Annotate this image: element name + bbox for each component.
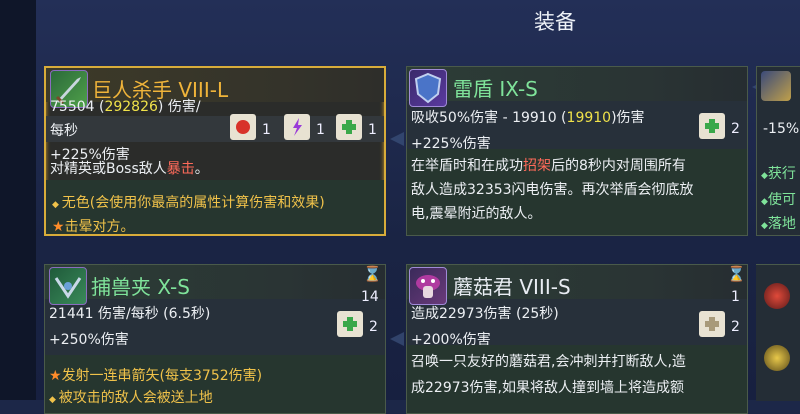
gold-orb-icon (764, 345, 790, 371)
partial-stat: -15% (763, 121, 800, 137)
card-giant-slayer[interactable]: 巨人杀手 VIII-L 75504 (292826) 伤害/ 每秒 1 1 1 … (44, 66, 386, 236)
damage-stat: 造成22973伤害 (25秒) (411, 306, 559, 322)
shield-icon (409, 69, 447, 107)
mushroom-icon (409, 267, 447, 305)
screen-title: 装备 (534, 10, 576, 34)
desc-line: 成22973伤害,如果将敌人撞到墙上将造成额 (411, 380, 684, 396)
item-name: 蘑菇君 VIII-S (453, 275, 571, 299)
damage-stat: 21441 伤害/每秒 (6.5秒) (49, 306, 211, 322)
desc-line: 召唤一只友好的蘑菇君,会冲刺并打断敌人,造 (411, 354, 686, 370)
card-beast-trap[interactable]: 捕兽夹 X-S ⌛ 14 21441 伤害/每秒 (6.5秒) 2 +250%伤… (44, 264, 386, 414)
absorb-stat: 吸收50%伤害 - 19910 (19910)伤害 (411, 110, 645, 126)
scroll-count: 1 (262, 122, 271, 138)
purple-scroll-icon (284, 114, 310, 140)
effect-line: ◆ 被攻击的敌人会被送上地 (49, 390, 213, 406)
item-name: 雷盾 IX-S (453, 77, 538, 101)
green-scroll-icon (699, 113, 725, 139)
card-thunder-shield[interactable]: 雷盾 IX-S 吸收50%伤害 - 19910 (19910)伤害 2 +225… (406, 66, 748, 236)
green-scroll-icon (337, 311, 363, 337)
item-name: 捕兽夹 X-S (91, 275, 190, 299)
left-panel-edge (0, 0, 36, 400)
hourglass-icon: ⌛ (727, 265, 746, 283)
scroll-count: 1 (368, 122, 377, 138)
partial-item: ◆使可 (761, 192, 796, 208)
wand-icon (761, 71, 791, 101)
scroll-count: 1 (316, 122, 325, 138)
per-second: 每秒 (50, 123, 78, 139)
scroll-count: 2 (731, 121, 740, 137)
card-partial-right[interactable]: -15% ◆获行 ◆使可 ◆落地 (756, 66, 800, 236)
damage-bonus: +250%伤害 (49, 332, 129, 348)
colorless-note: ◆ 无色(会使用你最高的属性计算伤害和效果) (52, 195, 325, 211)
hourglass-icon: ⌛ (363, 265, 382, 283)
desc-line: 电,震晕附近的敌人。 (411, 206, 542, 222)
stat-band (46, 116, 384, 142)
neutral-scroll-icon (699, 311, 725, 337)
partial-item: ◆获行 (761, 166, 796, 182)
cooldown-count: 14 (361, 289, 379, 305)
crit-effect: 对精英或Boss敌人暴击。 (50, 161, 209, 177)
cooldown-count: 1 (731, 289, 740, 305)
scroll-count: 2 (731, 319, 740, 335)
desc-line: 在举盾时和在成功招架后的8秒内对周围所有 (411, 158, 686, 174)
partial-right-lower (756, 264, 800, 401)
fire-orb-icon (764, 283, 790, 309)
effect-line: ★发射一连串箭矢(每支3752伤害) (49, 368, 263, 384)
scroll-count: 2 (369, 319, 378, 335)
partial-item: ◆落地 (761, 216, 796, 232)
green-scroll-icon (336, 114, 362, 140)
red-scroll-icon (230, 114, 256, 140)
card-mushroom-boi[interactable]: 蘑菇君 VIII-S ⌛ 1 造成22973伤害 (25秒) 2 +200%伤害… (406, 264, 748, 414)
damage-stat: 75504 (292826) 伤害/ (50, 99, 201, 115)
stun-note: ★击晕对方。 (52, 219, 135, 235)
desc-line: 敌人造成32353闪电伤害。再次举盾会彻底放 (411, 182, 694, 198)
trap-icon (49, 267, 87, 305)
